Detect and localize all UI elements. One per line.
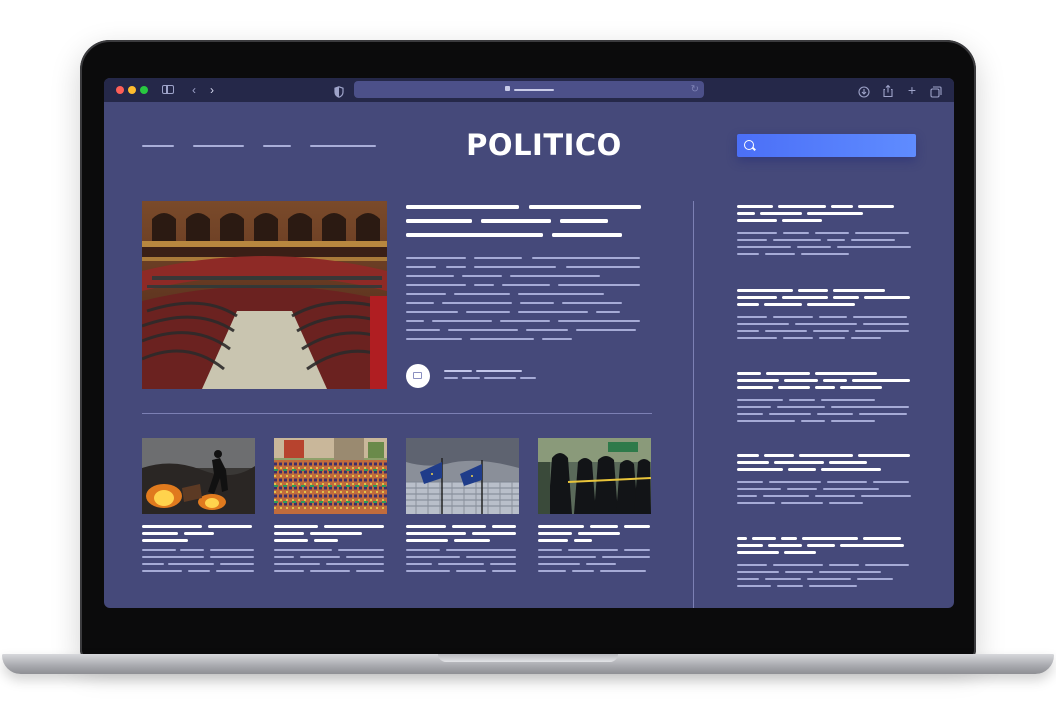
nav-link-3[interactable]: [263, 145, 291, 147]
laptop-notch: [438, 654, 618, 662]
hero-headline-line[interactable]: [406, 233, 543, 237]
chevron-left-icon[interactable]: ‹: [188, 82, 200, 98]
byline-date: [520, 377, 536, 379]
nav-link-4[interactable]: [310, 145, 376, 147]
shield-icon[interactable]: [334, 84, 344, 100]
browser-toolbar: ‹ › ↻ +: [104, 78, 954, 102]
hero-headline-line[interactable]: [406, 205, 519, 209]
close-window-button[interactable]: [116, 86, 124, 94]
url-text: [514, 89, 554, 91]
hero-headline-line[interactable]: [481, 219, 551, 223]
byline-date: [484, 377, 516, 379]
address-bar[interactable]: ↻: [354, 81, 704, 98]
nav-link-1[interactable]: [142, 145, 174, 147]
download-icon[interactable]: [858, 84, 870, 100]
reload-icon[interactable]: ↻: [691, 81, 699, 98]
zoom-window-button[interactable]: [140, 86, 148, 94]
crowd-protest-image[interactable]: [274, 438, 387, 514]
minimize-window-button[interactable]: [128, 86, 136, 94]
section-divider: [142, 413, 652, 414]
share-icon[interactable]: [882, 83, 894, 99]
author-name[interactable]: [444, 370, 472, 372]
column-divider: [693, 201, 694, 608]
byline-date: [444, 377, 458, 379]
byline-date: [462, 377, 480, 379]
hero-headline-line[interactable]: [552, 233, 622, 237]
parliament-chamber-image[interactable]: [142, 201, 387, 389]
site-logo[interactable]: POLITICO: [464, 128, 624, 162]
author-avatar[interactable]: [406, 364, 430, 388]
search-input[interactable]: [737, 134, 916, 157]
lock-icon: [505, 86, 510, 91]
sidebar-toggle-icon[interactable]: [162, 85, 174, 94]
eu-flags-building-image[interactable]: [406, 438, 519, 514]
screen: ‹ › ↻ + POLITICO: [104, 78, 954, 608]
plus-icon[interactable]: +: [906, 82, 918, 98]
nav-link-2[interactable]: [193, 145, 244, 147]
tabs-icon[interactable]: [930, 84, 942, 100]
author-name[interactable]: [476, 370, 522, 372]
hero-headline-line[interactable]: [560, 219, 608, 223]
hero-headline-line[interactable]: [529, 205, 641, 209]
search-icon: [744, 140, 754, 150]
protest-fire-image[interactable]: [142, 438, 255, 514]
riot-police-image[interactable]: [538, 438, 651, 514]
image-icon: [413, 372, 422, 379]
hero-headline-line[interactable]: [406, 219, 472, 223]
chevron-right-icon[interactable]: ›: [206, 82, 218, 98]
